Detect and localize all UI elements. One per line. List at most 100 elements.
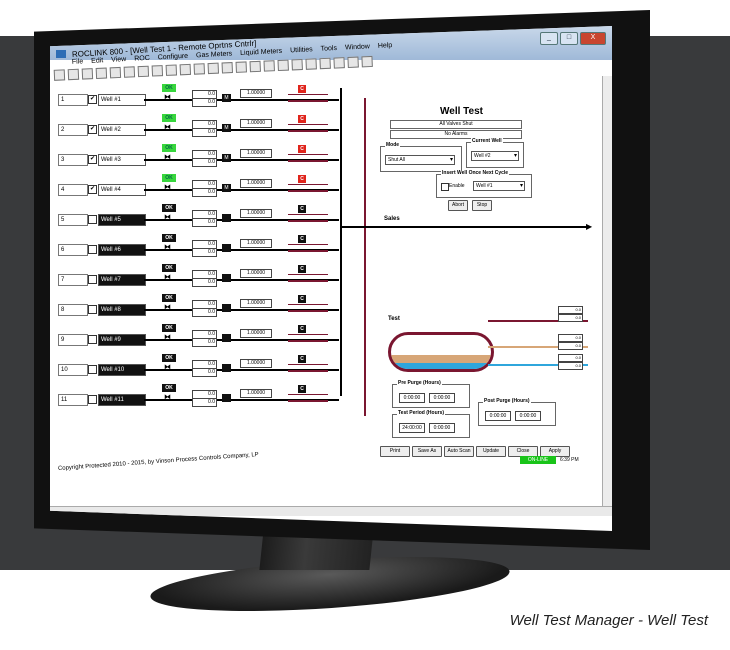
- vertical-scrollbar[interactable]: [602, 76, 612, 506]
- valve-icon[interactable]: ⧓: [164, 244, 171, 252]
- well-name-field[interactable]: Well #3: [98, 154, 146, 166]
- menu-item-view[interactable]: View: [111, 54, 127, 67]
- menu-item-utilities[interactable]: Utilities: [290, 44, 313, 57]
- valve-icon[interactable]: ⧓: [164, 214, 171, 222]
- menu-item-window[interactable]: Window: [345, 41, 371, 54]
- save-icon[interactable]: [81, 68, 94, 80]
- meter-icon[interactable]: [222, 244, 231, 252]
- enable-checkbox[interactable]: [441, 183, 449, 191]
- control-valve-icon[interactable]: C: [298, 265, 306, 273]
- connect-icon[interactable]: [151, 65, 164, 77]
- control-valve-icon[interactable]: C: [298, 325, 306, 333]
- well-name-field[interactable]: Well #6: [98, 244, 146, 256]
- well-name-field[interactable]: Well #11: [98, 394, 146, 406]
- disconnect-icon[interactable]: [165, 64, 178, 76]
- post-purge-setpoint[interactable]: 0:00:00: [485, 411, 511, 421]
- meter-icon[interactable]: [222, 394, 231, 402]
- menu-item-edit[interactable]: Edit: [91, 55, 104, 68]
- meter-icon[interactable]: [235, 61, 247, 73]
- valve-icon[interactable]: ⧓: [164, 334, 171, 342]
- new-file-icon[interactable]: [53, 69, 66, 81]
- abort-button[interactable]: Abort: [448, 200, 468, 211]
- trend-icon[interactable]: [207, 62, 220, 75]
- menu-item-roc[interactable]: ROC: [134, 53, 150, 66]
- well-name-field[interactable]: Well #9: [98, 334, 146, 346]
- valve-icon[interactable]: ⧓: [164, 394, 171, 402]
- current-well-select[interactable]: Well #2: [471, 151, 519, 161]
- well-enable-checkbox[interactable]: [88, 335, 97, 344]
- update-button[interactable]: Update: [476, 446, 506, 457]
- meter-icon[interactable]: M: [222, 94, 231, 102]
- menu-item-gas-meters[interactable]: Gas Meters: [196, 48, 233, 62]
- meter-icon[interactable]: [222, 274, 231, 282]
- control-valve-icon[interactable]: C: [298, 115, 306, 123]
- graph-icon[interactable]: [221, 62, 234, 74]
- meter-icon[interactable]: M: [222, 154, 231, 162]
- well-enable-checkbox[interactable]: [88, 395, 97, 404]
- well-enable-checkbox[interactable]: [88, 305, 97, 314]
- well-name-field[interactable]: Well #7: [98, 274, 146, 286]
- test-period-setpoint[interactable]: 24:00:00: [399, 423, 425, 433]
- paste-icon[interactable]: [123, 66, 136, 78]
- valve-icon[interactable]: ⧓: [164, 154, 171, 162]
- well-name-field[interactable]: Well #1: [98, 94, 146, 106]
- control-valve-icon[interactable]: C: [298, 295, 306, 303]
- well-enable-checkbox[interactable]: [88, 365, 97, 374]
- context-help-icon[interactable]: [361, 55, 373, 68]
- well-enable-checkbox[interactable]: ✔: [88, 95, 97, 104]
- menu-item-liquid-meters[interactable]: Liquid Meters: [240, 46, 283, 60]
- control-valve-icon[interactable]: C: [298, 355, 306, 363]
- well-enable-checkbox[interactable]: [88, 245, 97, 254]
- well-name-field[interactable]: Well #10: [98, 364, 146, 376]
- print-icon[interactable]: [137, 65, 150, 78]
- control-valve-icon[interactable]: C: [298, 145, 306, 153]
- well-enable-checkbox[interactable]: [88, 275, 97, 284]
- print-button[interactable]: Print: [380, 446, 410, 457]
- well-name-field[interactable]: Well #2: [98, 124, 146, 136]
- valve-icon[interactable]: ⧓: [164, 304, 171, 312]
- well-name-field[interactable]: Well #8: [98, 304, 146, 316]
- comms-icon[interactable]: [263, 60, 275, 72]
- config-icon[interactable]: [249, 60, 261, 73]
- control-valve-icon[interactable]: C: [298, 235, 306, 243]
- chart-icon[interactable]: [319, 57, 331, 70]
- well-enable-checkbox[interactable]: ✔: [88, 185, 97, 194]
- table-icon[interactable]: [305, 58, 317, 70]
- mode-select[interactable]: Shut All: [385, 155, 455, 165]
- meter-icon[interactable]: M: [222, 184, 231, 192]
- help-icon[interactable]: [347, 56, 359, 68]
- valve-icon[interactable]: ⧓: [164, 364, 171, 372]
- control-valve-icon[interactable]: C: [298, 85, 306, 93]
- zoom-in-icon[interactable]: [179, 63, 192, 76]
- menu-item-configure[interactable]: Configure: [157, 51, 189, 65]
- valve-icon[interactable]: ⧓: [164, 184, 171, 192]
- meter-icon[interactable]: [222, 214, 231, 222]
- stop-button[interactable]: Stop: [472, 200, 492, 211]
- well-name-field[interactable]: Well #5: [98, 214, 146, 226]
- open-folder-icon[interactable]: [67, 68, 80, 81]
- control-valve-icon[interactable]: C: [298, 205, 306, 213]
- meter-icon[interactable]: [222, 334, 231, 342]
- well-enable-checkbox[interactable]: [88, 215, 97, 224]
- well-enable-checkbox[interactable]: ✔: [88, 155, 97, 164]
- valve-icon[interactable]: ⧓: [164, 274, 171, 282]
- control-valve-icon[interactable]: C: [298, 385, 306, 393]
- meter-icon[interactable]: M: [222, 124, 231, 132]
- copy-icon[interactable]: [109, 66, 122, 79]
- well-name-field[interactable]: Well #4: [98, 184, 146, 196]
- report-icon[interactable]: [333, 57, 345, 69]
- menu-item-tools[interactable]: Tools: [320, 43, 338, 56]
- meter-icon[interactable]: [222, 304, 231, 312]
- clock-icon[interactable]: [277, 59, 289, 72]
- valve-icon[interactable]: ⧓: [164, 94, 171, 102]
- cut-icon[interactable]: [95, 67, 108, 79]
- zoom-out-icon[interactable]: [193, 63, 206, 75]
- insert-well-select[interactable]: Well #1: [473, 181, 525, 191]
- menu-item-help[interactable]: Help: [378, 40, 393, 53]
- control-valve-icon[interactable]: C: [298, 175, 306, 183]
- well-enable-checkbox[interactable]: ✔: [88, 125, 97, 134]
- pre-purge-setpoint[interactable]: 0:00:00: [399, 393, 425, 403]
- valve-icon[interactable]: ⧓: [164, 124, 171, 132]
- display-icon[interactable]: [291, 58, 303, 71]
- auto-scan-button[interactable]: Auto Scan: [444, 446, 474, 457]
